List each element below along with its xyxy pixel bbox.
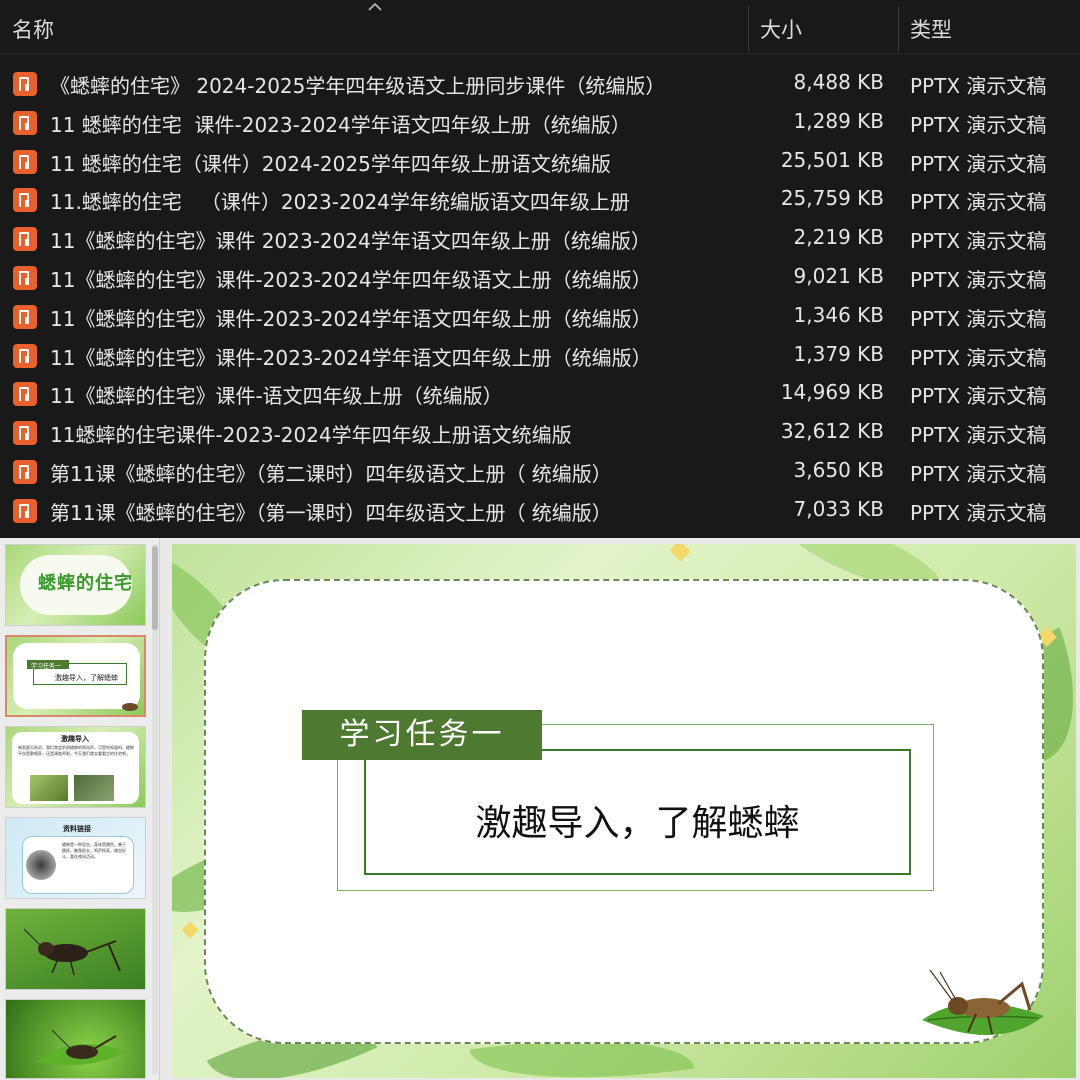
file-size: 7,033 KB (793, 496, 884, 521)
thumbnail-tag: 学习任务一 (31, 663, 62, 670)
sparkle-decoration (669, 544, 691, 562)
pptx-file-icon (13, 459, 37, 484)
slide-thumbnail-6[interactable] (5, 999, 146, 1079)
file-row[interactable]: 11《蟋蟀的住宅》课件 2023-2024学年语文四年级上册（统编版） 2,219… (0, 219, 1080, 258)
file-list: 《蟋蟀的住宅》 2024-2025学年四年级语文上册同步课件（统编版） 8,488… (0, 64, 1080, 530)
file-row[interactable]: 《蟋蟀的住宅》 2024-2025学年四年级语文上册同步课件（统编版） 8,488… (0, 64, 1080, 103)
slide-thumbnail-pane: 蟋蟀的住宅 学习任务一 激趣导入，了解蟋蟀 激趣导入 每到夏天秋初，我们常会听到… (0, 538, 160, 1080)
file-name: 11蟋蟀的住宅课件-2023-2024学年四年级上册语文统编版 (50, 423, 572, 448)
column-divider[interactable] (748, 6, 749, 52)
file-type: PPTX 演示文稿 (910, 112, 1047, 137)
pptx-file-icon (13, 149, 37, 174)
thumbnail-heading: 激趣导入 (61, 735, 89, 743)
file-size: 14,969 KB (780, 380, 884, 405)
file-name: 11《蟋蟀的住宅》课件-2023-2024学年语文四年级上册（统编版） (50, 306, 652, 331)
file-name: 11《蟋蟀的住宅》课件 2023-2024学年语文四年级上册（统编版） (50, 229, 651, 254)
file-row[interactable]: 11.蟋蟀的住宅 （课件）2023-2024学年统编版语文四年级上册 25,759… (0, 180, 1080, 219)
file-row[interactable]: 11蟋蟀的住宅课件-2023-2024学年四年级上册语文统编版 32,612 KB… (0, 413, 1080, 452)
pptx-file-icon (13, 227, 37, 252)
slide-thumbnail-5[interactable] (5, 908, 146, 990)
file-row[interactable]: 11《蟋蟀的住宅》课件-2023-2024学年四年级语文上册（统编版） 9,021… (0, 258, 1080, 297)
column-header-type[interactable]: 类型 (910, 14, 952, 44)
pptx-file-icon (13, 343, 37, 368)
file-size: 1,379 KB (793, 341, 884, 366)
file-size: 8,488 KB (793, 70, 884, 94)
file-type: PPTX 演示文稿 (910, 229, 1047, 254)
file-size: 2,219 KB (793, 225, 884, 250)
column-header-size[interactable]: 大小 (760, 14, 802, 44)
file-explorer: 名称 大小 类型 《蟋蟀的住宅》 2024-2025学年四年级语文上册同步课件（… (0, 0, 1080, 538)
file-name: 《蟋蟀的住宅》 2024-2025学年四年级语文上册同步课件（统编版） (50, 74, 666, 98)
slide-thumbnail-2[interactable]: 学习任务一 激趣导入，了解蟋蟀 (5, 635, 146, 717)
task-label-tag: 学习任务一 (302, 710, 542, 760)
cricket-photo (24, 928, 121, 976)
thumbnail-caption: 激趣导入，了解蟋蟀 (55, 674, 118, 682)
file-row[interactable]: 第11课《蟋蟀的住宅》（第二课时）四年级语文上册（ 统编版） 3,650 KB PP… (0, 452, 1080, 491)
file-row[interactable]: 11 蟋蟀的住宅（课件）2024-2025学年四年级上册语文统编版 25,501 … (0, 142, 1080, 181)
pptx-file-icon (13, 304, 37, 329)
cricket-photo (36, 1029, 126, 1066)
slide-thumbnail-1[interactable]: 蟋蟀的住宅 (5, 544, 146, 626)
slide-thumbnail-3[interactable]: 激趣导入 每到夏天秋初，我们常会听到蟋蟀的鸣叫声。可是你知道吗，蟋蟀不仅是歌唱家… (5, 726, 146, 808)
file-size: 32,612 KB (780, 419, 884, 444)
cricket-on-leaf-icon (922, 970, 1044, 1036)
file-size: 25,501 KB (780, 147, 884, 172)
column-divider[interactable] (898, 6, 899, 52)
file-size: 1,346 KB (793, 302, 884, 327)
file-name: 11《蟋蟀的住宅》课件-语文四年级上册（统编版） (50, 384, 503, 409)
presentation-window: 蟋蟀的住宅 学习任务一 激趣导入，了解蟋蟀 激趣导入 每到夏天秋初，我们常会听到… (0, 538, 1080, 1080)
thumbnail-body: 每到夏天秋初，我们常会听到蟋蟀的鸣叫声。可是你知道吗，蟋蟀不仅是歌唱家，还是建筑… (18, 745, 134, 756)
file-name: 11 蟋蟀的住宅（课件）2024-2025学年四年级上册语文统编版 (50, 151, 611, 176)
pptx-file-icon (13, 421, 37, 446)
thumbnail-photo (30, 775, 68, 801)
file-type: PPTX 演示文稿 (910, 151, 1047, 176)
task-label: 学习任务一 (339, 717, 505, 752)
cricket-icon (122, 703, 138, 711)
file-type: PPTX 演示文稿 (910, 384, 1047, 409)
thumbnail-photo (74, 775, 114, 801)
pptx-file-icon (13, 188, 37, 213)
file-name: 11.蟋蟀的住宅 （课件）2023-2024学年统编版语文四年级上册 (50, 190, 630, 215)
file-row[interactable]: 11《蟋蟀的住宅》课件-语文四年级上册（统编版） 14,969 KB PPTX 演示… (0, 374, 1080, 413)
file-row[interactable]: 11 蟋蟀的住宅 课件-2023-2024学年语文四年级上册（统编版） 1,289… (0, 103, 1080, 142)
file-name: 第11课《蟋蟀的住宅》（第二课时）四年级语文上册（ 统编版） (50, 461, 612, 486)
thumbnail-scrollbar-thumb[interactable] (152, 546, 158, 630)
pptx-file-icon (13, 265, 37, 290)
file-row[interactable]: 11《蟋蟀的住宅》课件-2023-2024学年语文四年级上册（统编版） 1,346… (0, 297, 1080, 336)
file-size: 9,021 KB (793, 263, 884, 288)
pptx-file-icon (13, 498, 37, 523)
file-size: 25,759 KB (780, 186, 884, 211)
file-row[interactable]: 11《蟋蟀的住宅》课件-2023-2024学年语文四年级上册（统编版） 1,379… (0, 336, 1080, 375)
file-row[interactable]: 第11课《蟋蟀的住宅》（第一课时）四年级语文上册（ 统编版） 7,033 KB PP… (0, 491, 1080, 530)
column-header-bar: 名称 大小 类型 (0, 0, 1080, 54)
file-type: PPTX 演示文稿 (910, 345, 1047, 370)
file-type: PPTX 演示文稿 (910, 267, 1047, 292)
column-header-name[interactable]: 名称 (12, 14, 54, 44)
pptx-file-icon (13, 110, 37, 135)
pptx-file-icon (13, 382, 37, 407)
file-size: 3,650 KB (793, 457, 884, 482)
pptx-file-icon (13, 72, 37, 96)
sparkle-decoration (181, 921, 199, 939)
task-title: 激趣导入，了解蟋蟀 (475, 803, 800, 844)
thumbnail-photo (26, 850, 56, 880)
sort-ascending-icon (368, 2, 382, 11)
file-type: PPTX 演示文稿 (910, 306, 1047, 331)
file-name: 11《蟋蟀的住宅》课件-2023-2024学年四年级语文上册（统编版） (50, 267, 652, 292)
file-type: PPTX 演示文稿 (910, 500, 1047, 525)
file-name: 第11课《蟋蟀的住宅》（第一课时）四年级语文上册（ 统编版） (50, 500, 612, 525)
thumbnail-title: 蟋蟀的住宅 (38, 573, 133, 594)
file-size: 1,289 KB (793, 108, 884, 133)
thumbnail-heading: 资料链接 (63, 825, 91, 833)
file-type: PPTX 演示文稿 (910, 190, 1047, 215)
file-name: 11 蟋蟀的住宅 课件-2023-2024学年语文四年级上册（统编版） (50, 112, 631, 137)
slide-thumbnail-4[interactable]: 资料链接 蟋蟀是一种昆虫，身体黑褐色，善于跳跃，触角很长，鸣声悦耳，雄虫好斗，喜… (5, 817, 146, 899)
slide-canvas[interactable]: 学习任务一 激趣导入，了解蟋蟀 (172, 544, 1076, 1078)
file-name: 11《蟋蟀的住宅》课件-2023-2024学年语文四年级上册（统编版） (50, 345, 652, 370)
file-type: PPTX 演示文稿 (910, 461, 1047, 486)
thumbnail-body: 蟋蟀是一种昆虫，身体黑褐色，善于跳跃，触角很长，鸣声悦耳，雄虫好斗，喜在夜间活动… (62, 842, 126, 859)
file-type: PPTX 演示文稿 (910, 74, 1047, 98)
file-type: PPTX 演示文稿 (910, 423, 1047, 448)
